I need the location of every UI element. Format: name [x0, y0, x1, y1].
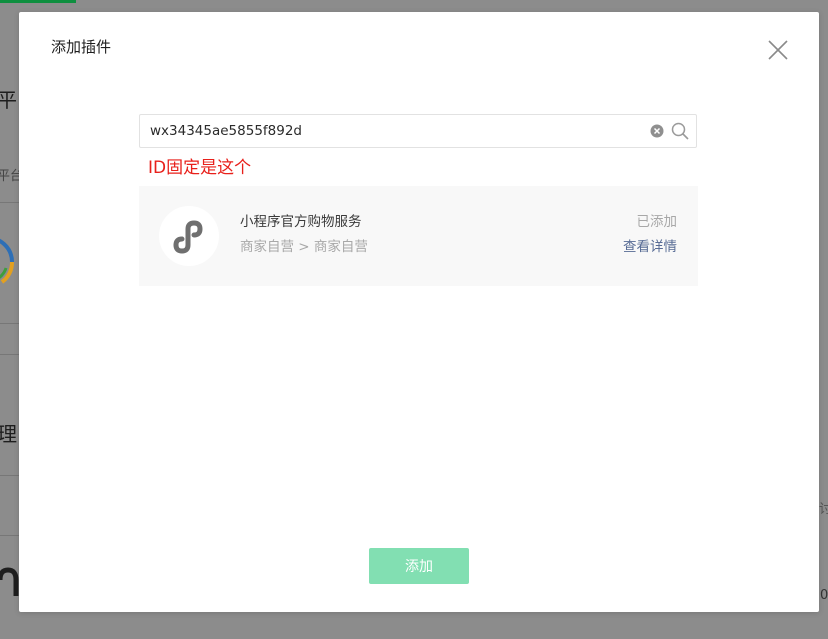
background-divider [0, 535, 19, 536]
plugin-name: 小程序官方购物服务 [240, 214, 362, 230]
page: 平 平台 理 讨 0 添加插件 wx34345ae5855f892d ID固定是… [0, 0, 828, 639]
search-icon[interactable] [671, 122, 689, 140]
background-label-fragment: 0 [820, 588, 828, 603]
background-divider [0, 354, 19, 355]
background-divider [0, 475, 19, 476]
plugin-category: 商家自营 > 商家自营 [240, 239, 368, 255]
background-heading-fragment: 理 [0, 422, 17, 446]
mini-program-icon [173, 220, 203, 254]
clear-icon[interactable] [650, 124, 664, 138]
background-divider [0, 202, 19, 203]
id-annotation-text: ID固定是这个 [148, 158, 252, 178]
added-status-label: 已添加 [636, 214, 678, 230]
background-logo-icon [0, 567, 19, 596]
add-button[interactable]: 添加 [369, 548, 469, 584]
background-label-fragment: 平台 [0, 169, 19, 184]
background-divider [0, 323, 19, 324]
background-chart-icon [0, 238, 15, 284]
background-label-fragment: 讨 [819, 502, 828, 517]
background-heading-fragment: 平 [0, 88, 17, 112]
dialog-title: 添加插件 [51, 38, 112, 56]
plugin-search-input[interactable] [150, 115, 630, 147]
plugin-result-item: 小程序官方购物服务 商家自营 > 商家自营 已添加 查看详情 [139, 186, 698, 286]
close-icon[interactable] [766, 38, 790, 62]
add-plugin-dialog: 添加插件 ID固定是这个 [19, 12, 819, 612]
view-details-link[interactable]: 查看详情 [623, 237, 677, 257]
plugin-avatar [159, 206, 219, 266]
background-tab-indicator [0, 0, 76, 3]
close-button[interactable] [766, 38, 790, 62]
search-box [139, 114, 697, 148]
